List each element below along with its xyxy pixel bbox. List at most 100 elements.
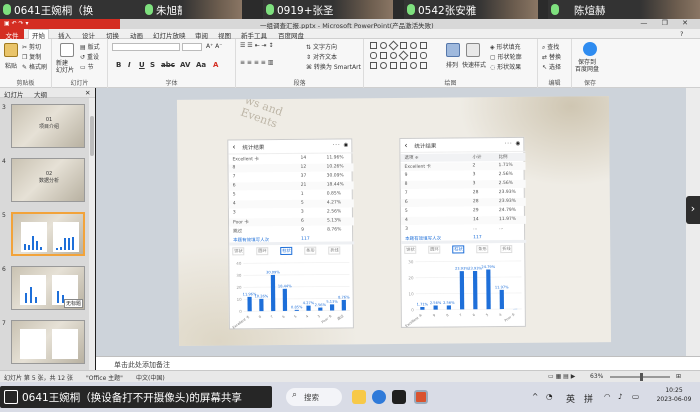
system-clock[interactable]: 10:25 2023-06-09 (652, 386, 696, 404)
table-cell: 24.79% (498, 207, 517, 214)
spacing-button[interactable]: AV (180, 61, 190, 69)
battery-icon[interactable]: ▭ (632, 392, 639, 401)
participant-tile[interactable]: 0542张安雅 (404, 0, 538, 19)
cut-button[interactable]: ✂ 剪切 (22, 42, 41, 51)
change-case-button[interactable]: Aa (196, 61, 206, 69)
slide-thumbnail[interactable]: 7 (0, 318, 95, 368)
window-controls[interactable]: — ❐ ✕ (640, 19, 694, 27)
help-icon[interactable]: ? (680, 30, 683, 38)
slide-thumbnail[interactable]: 3 01 项目介绍 (0, 102, 95, 152)
chart-type-tab[interactable]: 柱状 (280, 246, 293, 255)
vertical-scrollbar[interactable]: › (686, 88, 700, 356)
chart-type-tab[interactable]: 条形 (476, 245, 489, 254)
file-explorer-icon[interactable] (352, 390, 366, 404)
powerpoint-icon[interactable] (414, 390, 428, 404)
new-slide-button[interactable]: 新建 幻灯片 (56, 60, 74, 74)
grow-font-button[interactable]: A⁺ A⁻ (206, 43, 222, 50)
app-icon[interactable] (392, 390, 406, 404)
table-cell: 5.13% (326, 218, 342, 224)
quick-style-button[interactable]: 快速样式 (462, 60, 486, 69)
shape-effects-button[interactable]: ◌ 形状效果 (490, 62, 521, 71)
chart-type-tab[interactable]: 条形 (304, 246, 317, 255)
volume-icon[interactable]: ♪ (618, 392, 623, 401)
tab-file[interactable]: 文件 (0, 29, 24, 40)
quick-access-icons[interactable]: ▣ ↶ ↷ ▾ (4, 20, 28, 27)
ime-mode[interactable]: 拼 (584, 392, 593, 405)
align-text-button[interactable]: ⇕ 对齐文本 (306, 52, 337, 61)
slide-thumbnail-selected[interactable]: 5 (0, 210, 95, 260)
close-icon[interactable]: ✕ (85, 89, 90, 97)
list-buttons[interactable]: ☰ ☰ ⇤ ⇥ ↕ (240, 42, 273, 49)
underline-button[interactable]: U (139, 61, 145, 69)
align-buttons[interactable]: ≡ ≡ ≡ ≡ ▥ (240, 59, 273, 66)
slide-thumbnail[interactable]: 6 无标题 (0, 264, 95, 314)
section-button[interactable]: ▭ 节 (80, 62, 94, 71)
zoom-level[interactable]: 63% (590, 373, 603, 380)
save-group: 保存到 百度网盘 保存 (572, 39, 608, 88)
tab-home[interactable]: 开始 (28, 29, 49, 40)
chart-type-tab[interactable]: 饼状 (232, 247, 245, 256)
notes-pane[interactable]: 单击此处添加备注 (96, 356, 700, 370)
tray-app-icon[interactable]: ◔ (546, 392, 553, 401)
shapes-gallery[interactable] (370, 40, 440, 72)
view-buttons[interactable]: ▭ ▦ ▤ ▶ (548, 373, 575, 380)
layout-button[interactable]: ▤ 版式 (80, 42, 100, 51)
participant-tile[interactable]: 0919+张圣伦 (263, 0, 393, 19)
font-color-button[interactable]: A (213, 61, 218, 69)
text-direction-button[interactable]: ⇅ 文字方向 (306, 42, 337, 51)
participant-tile[interactable]: 朱旭静 (142, 0, 242, 19)
current-slide[interactable]: ws and Events ‹ 统计结果 ··· ◉ Excellent 卡 14 1… (176, 96, 612, 346)
paste-button[interactable]: 粘贴 (5, 61, 17, 70)
baidu-cloud-icon[interactable] (583, 42, 597, 56)
group-label: 幻灯片 (70, 80, 89, 87)
shadow-button[interactable]: S (150, 61, 155, 69)
shape-fill-button[interactable]: ◈ 形状填充 (490, 42, 521, 51)
participant-tile[interactable]: 0641王婉桐（换 (0, 0, 150, 19)
chart-type-tab[interactable]: 折线 (500, 244, 513, 254)
chart-type-tab[interactable]: 饼状 (404, 245, 417, 254)
taskbar-search[interactable]: ⌕ 搜索 (286, 388, 342, 406)
table-cell: 8.76% (327, 227, 342, 233)
replace-button[interactable]: ⇄ 替换 (542, 52, 561, 61)
strikethrough-button[interactable]: abc (161, 61, 175, 69)
quick-style-icon[interactable] (466, 43, 480, 57)
survey-screenshot-left: ‹ 统计结果 ··· ◉ Excellent 卡 14 11.96% 8 12 10.26… (227, 138, 355, 330)
chevron-right-icon[interactable]: › (686, 196, 700, 224)
arrange-button[interactable]: 排列 (446, 60, 458, 69)
arrange-icon[interactable] (446, 43, 460, 57)
tray-chevron-icon[interactable]: ^ (532, 392, 538, 401)
fit-to-window-icon[interactable]: ⊞ (676, 373, 681, 380)
table-cell: 小计 (472, 155, 482, 161)
save-to-netdisk-button[interactable]: 保存到 百度网盘 (575, 59, 599, 73)
bold-button[interactable]: B (116, 61, 121, 69)
microphone-icon (145, 4, 153, 15)
format-painter-button[interactable]: ✎ 格式刷 (22, 62, 47, 71)
bar-value-label: 0.85% (291, 305, 303, 309)
smartart-button[interactable]: ⌘ 转换为 SmartArt (306, 62, 361, 71)
shape-outline-button[interactable]: ▢ 形状轮廓 (490, 52, 522, 61)
y-tick-label: 30 (408, 259, 414, 264)
panel-scrollbar[interactable] (89, 98, 95, 370)
browser-icon[interactable] (372, 390, 386, 404)
reset-button[interactable]: ↺ 重设 (80, 52, 99, 61)
find-button[interactable]: ⌕ 查找 (542, 42, 559, 52)
wifi-icon[interactable]: ◠ (604, 392, 611, 401)
table-cell: 4 (232, 201, 236, 207)
zoom-slider-handle[interactable] (640, 373, 643, 381)
chart-type-tab[interactable]: 柱状 (452, 245, 465, 254)
font-size-combo[interactable] (182, 43, 202, 51)
italic-button[interactable]: I (128, 61, 131, 69)
slide-thumbnail[interactable]: 4 02 数据分析 (0, 156, 95, 206)
ime-language[interactable]: 英 (566, 392, 575, 405)
table-cell: 4 (404, 217, 408, 223)
chart-type-tab[interactable]: 圆环 (256, 247, 269, 256)
font-group: A⁺ A⁻ B I U S abc AV Aa A 字体 (108, 39, 236, 88)
select-button[interactable]: ↖ 选择 (542, 62, 561, 71)
font-name-combo[interactable] (112, 43, 180, 51)
chart-type-tab[interactable]: 折线 (328, 246, 341, 255)
paste-icon[interactable] (4, 43, 18, 57)
copy-button[interactable]: ❐ 复制 (22, 52, 41, 61)
new-slide-icon[interactable] (60, 43, 74, 57)
chart-type-tab[interactable]: 圆环 (428, 245, 441, 254)
participant-tile[interactable]: 陈煊赫 (548, 0, 700, 19)
